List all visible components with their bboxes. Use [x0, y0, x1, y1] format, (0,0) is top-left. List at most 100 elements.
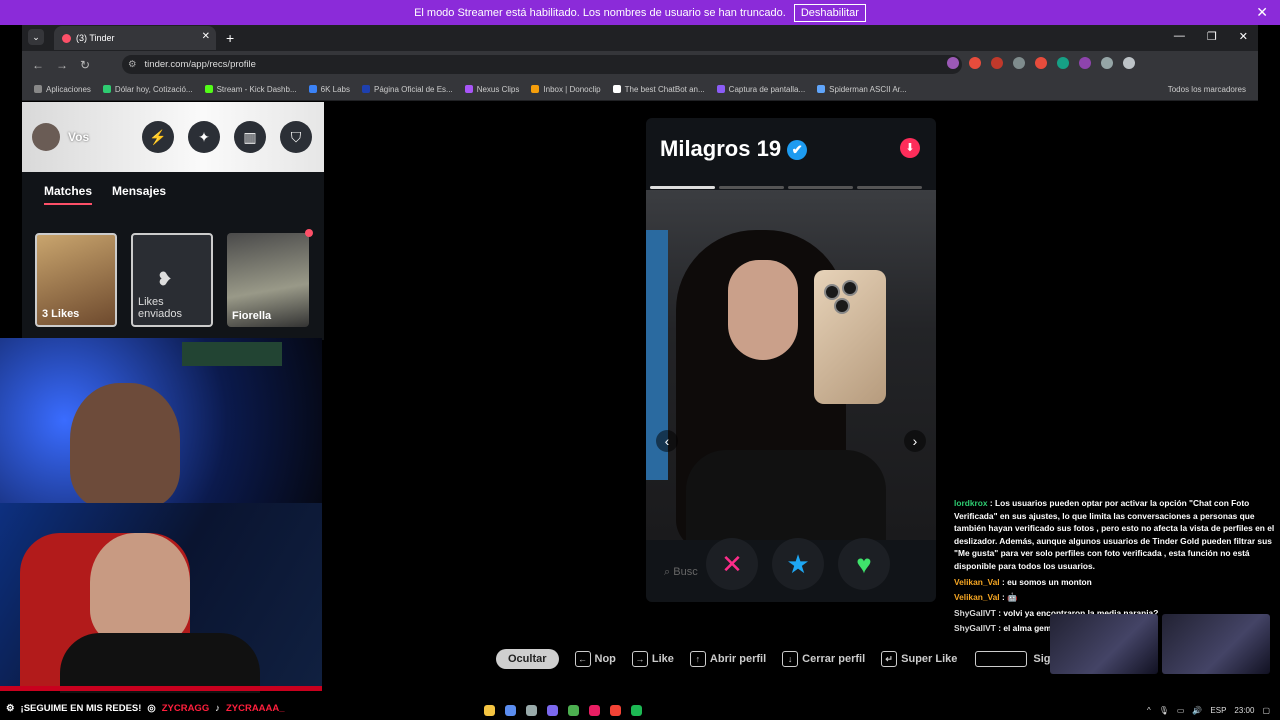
bookmark-favicon-icon: [361, 85, 370, 93]
collapse-profile-icon[interactable]: ⬇: [900, 138, 920, 158]
chat-text: 🤖: [1007, 592, 1018, 603]
bookmark-label: Captura de pantalla...: [728, 84, 806, 94]
forward-icon[interactable]: →: [56, 58, 70, 72]
chat-text: Los usuarios pueden optar por activar la…: [954, 498, 1275, 571]
bookmark-label: Página Oficial de Es...: [373, 84, 453, 94]
super-like-button[interactable]: ★: [772, 538, 824, 590]
photo-indicator[interactable]: [788, 186, 853, 189]
bookmark-item[interactable]: The best ChatBot an...: [612, 85, 705, 94]
discord-icon[interactable]: [547, 704, 558, 716]
next-photo-icon[interactable]: ›: [904, 430, 926, 452]
lang-indicator[interactable]: ESP: [1210, 706, 1226, 715]
clock[interactable]: 23:00: [1234, 706, 1254, 715]
extension-icon[interactable]: [947, 57, 959, 69]
window-close-icon[interactable]: ✕: [1239, 30, 1248, 43]
tiktok-icon: ♪: [215, 703, 220, 714]
restore-icon[interactable]: ❐: [1207, 30, 1217, 43]
streamer-face: [90, 533, 190, 643]
back-icon[interactable]: ←: [32, 58, 46, 72]
bookmark-label: Aplicaciones: [46, 84, 91, 94]
photo-indicator[interactable]: [650, 186, 715, 189]
nope-button[interactable]: ✕: [706, 538, 758, 590]
extension-icon[interactable]: [1079, 57, 1091, 69]
system-tray: ^ 🎙 ▭ 🔊 ESP 23:00 ▢: [1147, 706, 1270, 715]
extension-icon[interactable]: [969, 57, 981, 69]
minimize-icon[interactable]: —: [1174, 30, 1185, 43]
tab-title: (3) Tinder: [76, 33, 115, 43]
chat-text: eu somos un monton: [1007, 576, 1092, 587]
reload-icon[interactable]: ↻: [80, 58, 94, 72]
extension-icon[interactable]: [1101, 57, 1113, 69]
likes-sent-card[interactable]: ❥ Likes enviados: [131, 233, 213, 327]
network-icon[interactable]: ▭: [1177, 706, 1185, 715]
match-card-fiorella[interactable]: Fiorella: [227, 229, 313, 327]
disable-streamer-button[interactable]: Deshabilitar: [793, 3, 866, 22]
tab-mensajes[interactable]: Mensajes: [112, 184, 166, 205]
site-info-icon[interactable]: ⚙: [128, 59, 137, 70]
avatar[interactable]: [32, 123, 60, 151]
extensions-puzzle-icon[interactable]: [1123, 57, 1135, 69]
shortcut-item: → Like: [631, 651, 674, 667]
photo-indicator[interactable]: [857, 186, 922, 189]
app-icon[interactable]: [526, 704, 537, 716]
bookmark-item[interactable]: Stream - Kick Dashb...: [204, 85, 297, 94]
bookmark-favicon-icon: [102, 85, 111, 93]
key-icon: →: [631, 651, 648, 667]
boost-icon[interactable]: ⚡: [142, 121, 174, 153]
chrome-icon[interactable]: [568, 704, 579, 716]
all-bookmarks-folder[interactable]: Todos los marcadores: [1168, 85, 1246, 94]
keyboard-shortcuts: Ocultar ← Nop → Like ↑ Abrir perfil ↓ Cerrar pe…: [496, 647, 1066, 671]
match-name: Fiorella: [232, 310, 272, 322]
bookmark-item[interactable]: Dólar hoy, Cotizació...: [102, 85, 193, 94]
bookmark-item[interactable]: Inbox | Donoclip: [531, 85, 601, 94]
match-cards: 3 Likes ❥ Likes enviados Fiorella: [35, 229, 313, 327]
profile-name: Milagros: [660, 136, 751, 161]
photo-progress: [650, 186, 922, 189]
app-icon[interactable]: [610, 704, 621, 716]
extension-icon[interactable]: [1035, 57, 1047, 69]
tab-matches[interactable]: Matches: [44, 184, 93, 205]
extension-icon[interactable]: [1057, 57, 1069, 69]
bookmark-item[interactable]: 6K Labs: [308, 85, 350, 94]
folder-icon[interactable]: [484, 704, 495, 716]
url-input[interactable]: ⚙ tinder.com/app/recs/profile: [122, 55, 962, 74]
prev-photo-icon[interactable]: ‹: [656, 430, 678, 452]
tab-tinder[interactable]: (3) Tinder ✕: [54, 26, 216, 50]
extension-icon[interactable]: [1013, 57, 1025, 69]
shield-icon[interactable]: ⛉: [280, 121, 312, 153]
like-button[interactable]: ♥: [838, 538, 890, 590]
bookmark-item[interactable]: Nexus Clips: [464, 85, 519, 94]
close-tab-icon[interactable]: ✕: [202, 31, 210, 42]
bookmark-item[interactable]: Captura de pantalla...: [716, 84, 806, 94]
likes-sent-label: Likes enviados: [138, 296, 183, 320]
shortcut-key-box: [975, 651, 1028, 667]
spotify-icon[interactable]: [631, 704, 642, 716]
bookmark-item[interactable]: Spiderman ASCII Ar...: [817, 85, 907, 94]
extension-icon[interactable]: [991, 57, 1003, 69]
user-label[interactable]: Vos: [68, 130, 89, 144]
photo-shirt: [686, 450, 886, 540]
profile-photo[interactable]: ‹ ›: [646, 190, 936, 540]
likes-card[interactable]: 3 Likes: [35, 233, 117, 327]
address-toolbar: ← → ↻ ⚙ tinder.com/app/recs/profile: [22, 51, 1258, 78]
steam-icon[interactable]: [505, 704, 516, 716]
new-tab-icon[interactable]: +: [226, 30, 234, 46]
bookmark-item[interactable]: Página Oficial de Es...: [361, 84, 453, 94]
briefcase-icon[interactable]: ▥: [234, 121, 266, 153]
hide-shortcuts-button[interactable]: Ocultar: [496, 649, 559, 669]
tab-search-icon[interactable]: ⌄: [28, 29, 44, 45]
app-icon[interactable]: [589, 704, 600, 716]
swipe-actions: ✕ ★ ♥: [706, 538, 890, 590]
key-icon: ↵: [881, 651, 898, 667]
tiktok-handle: ZYCRAAAA_: [225, 703, 285, 714]
chat-username: ShyGallVT: [954, 607, 996, 618]
volume-icon[interactable]: 🔊: [1192, 706, 1202, 715]
tray-chevron-icon[interactable]: ^: [1147, 706, 1151, 715]
explore-compass-icon[interactable]: ✦: [188, 121, 220, 153]
streamer-mode-banner: El modo Streamer está habilitado. Los no…: [0, 0, 1280, 25]
mic-icon[interactable]: 🎙: [1159, 706, 1169, 715]
notifications-icon[interactable]: ▢: [1262, 706, 1270, 715]
close-icon[interactable]: ✕: [1256, 4, 1268, 21]
photo-indicator[interactable]: [719, 186, 784, 189]
bookmark-item[interactable]: Aplicaciones: [34, 85, 91, 94]
